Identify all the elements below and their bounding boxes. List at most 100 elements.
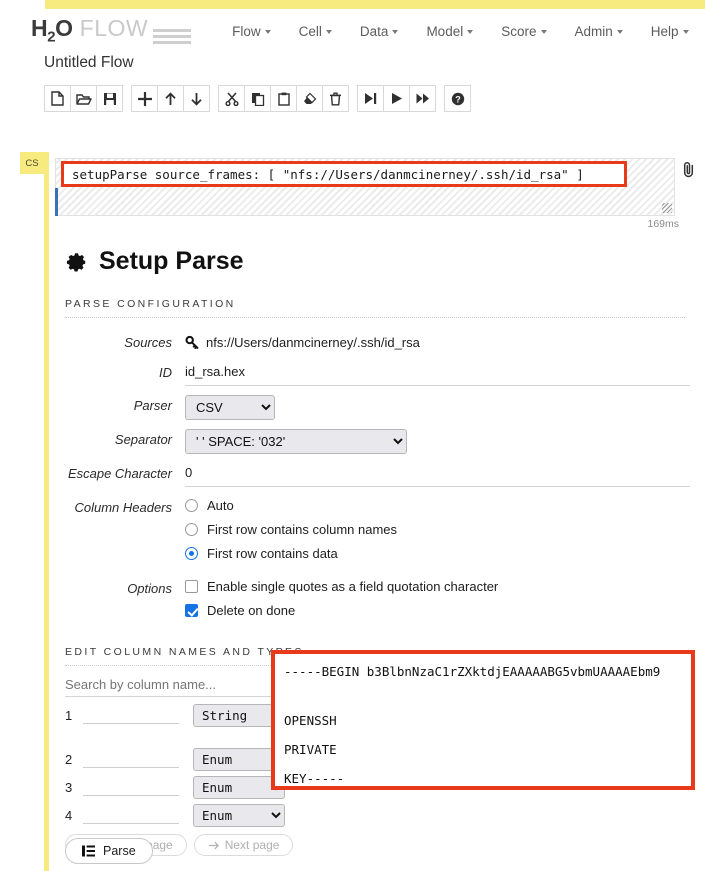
next-page-button[interactable]: Next page	[194, 834, 294, 856]
delete-cell-button[interactable]	[322, 85, 349, 112]
new-flow-button[interactable]	[44, 85, 71, 112]
sources-value: nfs://Users/danmcinerney/.ssh/id_rsa	[206, 332, 420, 353]
logo-h2o: H2O	[31, 15, 73, 46]
column-name-input[interactable]	[83, 779, 179, 796]
paste-cell-button[interactable]	[270, 85, 297, 112]
run-cell-button[interactable]	[383, 85, 410, 112]
cell-code-highlight[interactable]: setupParse source_frames: [ "nfs://Users…	[61, 161, 627, 187]
toolbar-group-run	[357, 85, 436, 112]
column-name-input[interactable]	[83, 751, 179, 768]
column-index: 1	[65, 708, 83, 723]
toolbar-group-help: ?	[444, 85, 471, 112]
menu-item-admin[interactable]: Admin	[561, 20, 637, 43]
help-button[interactable]: ?	[444, 85, 471, 112]
preview-cell: -----BEGIN b3BlbnNzaC1rZXktdjEAAAAABG5vb…	[275, 664, 691, 679]
open-folder-icon	[76, 92, 92, 106]
main-menu: Flow Cell Data Model Score Admin Help	[218, 20, 702, 43]
chevron-down-icon	[467, 30, 473, 34]
svg-text:?: ?	[455, 94, 461, 104]
id-row: ID	[65, 362, 695, 386]
run-to-here-button[interactable]	[357, 85, 384, 112]
toolbar-group-file	[44, 85, 123, 112]
flow-title[interactable]: Untitled Flow	[44, 54, 134, 72]
eraser-icon	[303, 92, 317, 106]
run-all-cells-button[interactable]	[409, 85, 436, 112]
new-file-icon	[51, 91, 64, 106]
radio-option-first-row-data[interactable]: First row contains data	[185, 545, 695, 562]
column-index: 3	[65, 780, 83, 795]
cell-editor[interactable]: setupParse source_frames: [ "nfs://Users…	[55, 158, 675, 216]
parser-label: Parser	[65, 395, 185, 416]
play-icon	[390, 92, 403, 105]
move-cell-down-button[interactable]	[183, 85, 210, 112]
radio-option-column-names[interactable]: First row contains column names	[185, 521, 695, 538]
attachment-button[interactable]	[681, 161, 696, 183]
sources-label: Sources	[65, 332, 185, 353]
move-cell-up-button[interactable]	[157, 85, 184, 112]
menu-item-data[interactable]: Data	[346, 20, 413, 43]
sources-row: Sources nfs://Users/danmcinerney/.ssh/id…	[65, 332, 695, 353]
checkbox-checked-icon	[185, 604, 198, 617]
chevron-down-icon	[617, 30, 623, 34]
logo-bars-icon	[153, 29, 191, 44]
key-icon	[185, 335, 200, 350]
escape-character-label: Escape Character	[65, 463, 185, 484]
paste-icon	[278, 92, 290, 106]
separator-label: Separator	[65, 429, 185, 450]
id-label: ID	[65, 362, 185, 383]
checkbox-icon	[185, 580, 198, 593]
logo-flow: FLOW	[80, 15, 148, 42]
top-accent-strip	[45, 0, 705, 9]
save-icon	[103, 92, 117, 106]
menu-item-model[interactable]: Model	[412, 20, 487, 43]
cell-execution-time: 169ms	[647, 218, 679, 230]
cell-code-text: setupParse source_frames: [ "nfs://Users…	[72, 167, 584, 182]
copy-cell-button[interactable]	[244, 85, 271, 112]
arrow-down-icon	[190, 92, 203, 106]
parse-button[interactable]: Parse	[65, 838, 153, 864]
paperclip-icon	[681, 161, 696, 178]
column-headers-label: Column Headers	[65, 497, 185, 518]
radio-option-auto[interactable]: Auto	[185, 497, 695, 514]
data-preview-highlight: -----BEGIN b3BlbnNzaC1rZXktdjEAAAAABG5vb…	[271, 650, 695, 790]
column-name-input[interactable]	[83, 707, 179, 724]
arrow-right-icon	[208, 841, 219, 850]
flow-toolbar: ?	[44, 85, 471, 112]
cut-cell-button[interactable]	[218, 85, 245, 112]
options-row: Options Enable single quotes as a field …	[65, 578, 695, 626]
parser-select[interactable]: CSV	[185, 395, 275, 420]
radio-label: Auto	[207, 497, 234, 514]
arrow-up-icon	[164, 92, 177, 106]
id-input[interactable]	[185, 362, 690, 386]
copy-icon	[251, 92, 265, 106]
fast-forward-icon	[416, 92, 430, 105]
edit-columns-section: EDIT COLUMN NAMES AND TYPES 1 String 2 E…	[65, 646, 695, 856]
menu-item-cell[interactable]: Cell	[285, 20, 346, 43]
checkbox-single-quotes[interactable]: Enable single quotes as a field quotatio…	[185, 578, 695, 595]
open-flow-button[interactable]	[70, 85, 97, 112]
help-circle-icon: ?	[451, 92, 465, 106]
clear-cell-button[interactable]	[296, 85, 323, 112]
chevron-down-icon	[392, 30, 398, 34]
menu-item-help[interactable]: Help	[637, 20, 703, 43]
column-index: 2	[65, 752, 83, 767]
h2o-flow-logo[interactable]: H2O FLOW	[31, 15, 191, 48]
app-header: H2O FLOW Flow Cell Data Model Score Admi…	[0, 9, 705, 54]
column-name-input[interactable]	[83, 807, 179, 824]
toolbar-group-clipboard	[218, 85, 349, 112]
radio-label: First row contains data	[207, 545, 338, 562]
menu-item-flow[interactable]: Flow	[218, 20, 285, 43]
column-type-select[interactable]: Enum	[193, 804, 285, 827]
preview-cell: PRIVATE	[275, 742, 691, 757]
separator-select[interactable]: ' ' SPACE: '032'	[185, 429, 407, 454]
checkbox-delete-on-done[interactable]: Delete on done	[185, 602, 695, 619]
column-headers-row: Column Headers Auto First row contains c…	[65, 497, 695, 569]
escape-character-value[interactable]: 0	[185, 463, 690, 487]
save-flow-button[interactable]	[96, 85, 123, 112]
menu-item-score[interactable]: Score	[487, 20, 560, 43]
options-label: Options	[65, 578, 185, 599]
editor-gutter-accent	[55, 188, 58, 216]
editor-resize-grip[interactable]	[662, 203, 672, 213]
insert-cell-button[interactable]	[131, 85, 158, 112]
setup-parse-output: Setup Parse PARSE CONFIGURATION Sources …	[65, 247, 695, 856]
